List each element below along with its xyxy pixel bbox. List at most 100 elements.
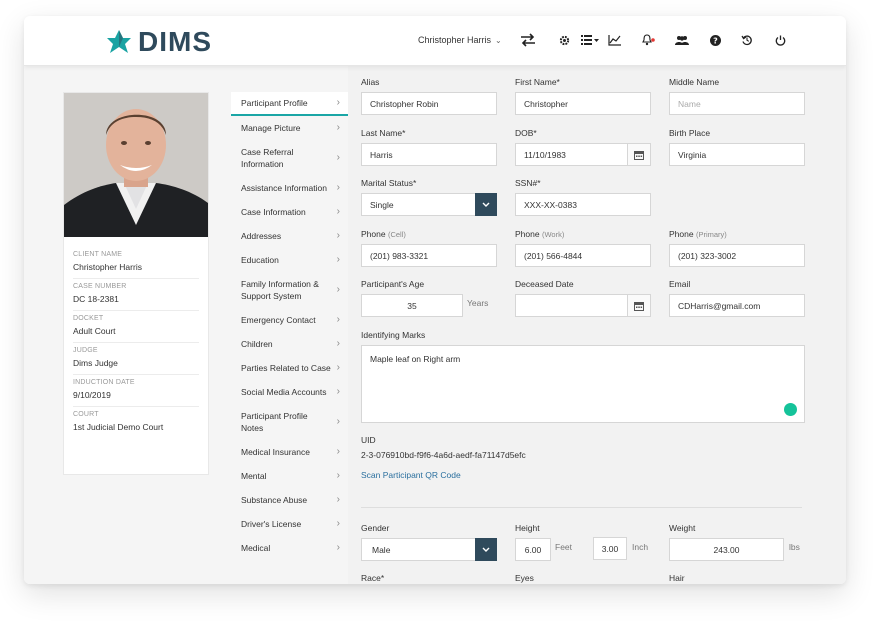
identifying-marks-value: Maple leaf on Right arm [370,354,461,364]
menu-item-label: Mental [241,471,267,481]
user-menu[interactable]: Christopher Harris ⌄ [418,35,502,45]
chevron-right-icon: › [336,416,340,427]
menu-item-drivers-license[interactable]: Driver's License › [231,512,348,536]
grammarly-icon[interactable] [784,403,797,416]
menu-item-mental[interactable]: Mental › [231,464,348,488]
power-icon[interactable] [772,32,788,48]
history-icon[interactable] [739,32,755,48]
menu-item-label: Driver's License [241,519,302,529]
phone-cell-input[interactable]: (201) 983-3321 [361,244,497,267]
gender-label: Gender [361,523,390,533]
height-feet-input[interactable]: 6.00 [515,538,551,561]
weight-input[interactable]: 243.00 [669,538,784,561]
gender-value: Male [372,544,391,555]
menu-item-parties-related[interactable]: Parties Related to Case › [231,356,348,380]
alias-input[interactable]: Christopher Robin [361,92,497,115]
list-icon[interactable] [580,32,600,48]
height-label: Height [515,523,540,533]
chevron-down-icon: ⌄ [495,35,502,45]
dob-input[interactable]: 11/10/1983 [515,143,651,166]
identifying-marks-textarea[interactable]: Maple leaf on Right arm [361,345,805,423]
chevron-right-icon: › [336,97,340,108]
menu-item-assistance-information[interactable]: Assistance Information › [231,176,348,200]
marital-status-label: Marital Status* [361,178,417,188]
help-icon[interactable]: ? [707,32,723,48]
last-name-input[interactable]: Harris [361,143,497,166]
phone-work-input[interactable]: (201) 566-4844 [515,244,651,267]
calendar-icon[interactable] [627,144,650,165]
menu-item-label: Case Information [241,207,306,217]
menu-item-label: Parties Related to Case [241,363,331,373]
dob-label: DOB* [515,128,537,138]
eyes-field: Eyes [515,573,534,584]
height-inch-input[interactable]: 3.00 [593,537,627,560]
phone-primary-label: Phone (Primary) [669,229,805,239]
menu-item-medical-insurance[interactable]: Medical Insurance › [231,440,348,464]
phone-primary-input[interactable]: (201) 323-3002 [669,244,805,267]
menu-item-label: Medical Insurance [241,447,310,457]
menu-item-substance-abuse[interactable]: Substance Abuse › [231,488,348,512]
phone-work-field: Phone (Work) (201) 566-4844 [515,229,651,267]
swap-icon[interactable] [520,32,536,48]
middle-name-label: Middle Name [669,77,720,87]
menu-item-label: Case Referral Information [241,147,294,169]
menu-item-case-referral[interactable]: Case Referral Information › [231,140,348,176]
info-induction-date: INDUCTION DATE 9/10/2019 [73,375,199,407]
menu-item-profile-notes[interactable]: Participant Profile Notes › [231,404,348,440]
menu-item-case-information[interactable]: Case Information › [231,200,348,224]
phone-label-text: Phone [361,229,386,239]
email-input[interactable]: CDHarris@gmail.com [669,294,805,317]
participant-photo[interactable] [64,93,208,237]
eyes-label: Eyes [515,573,534,583]
menu-item-label: Substance Abuse [241,495,308,505]
menu-item-family-information[interactable]: Family Information & Support System › [231,272,348,308]
menu-item-children[interactable]: Children › [231,332,348,356]
bell-icon[interactable] [640,32,656,48]
menu-item-label: Participant Profile Notes [241,411,308,433]
chevron-right-icon: › [336,542,340,553]
first-name-field: First Name* Christopher [515,77,651,115]
menu-item-social-media[interactable]: Social Media Accounts › [231,380,348,404]
ssn-input[interactable]: XXX-XX-0383 [515,193,651,216]
menu-item-manage-picture[interactable]: Manage Picture › [231,116,348,140]
first-name-input[interactable]: Christopher [515,92,651,115]
chevron-down-icon[interactable] [475,193,497,216]
section-divider [361,507,802,508]
menu-item-label: Education [241,255,279,265]
marital-status-select[interactable]: Single [361,193,497,216]
last-name-field: Last Name* Harris [361,128,497,166]
svg-text:?: ? [713,36,718,45]
menu-item-addresses[interactable]: Addresses › [231,224,348,248]
ssn-field: SSN#* XXX-XX-0383 [515,178,651,216]
alias-label: Alias [361,77,380,87]
deceased-date-input[interactable] [515,294,651,317]
uid-field: UID 2-3-076910bd-f9f6-4a6d-aedf-fa71147d… [361,435,661,460]
age-input[interactable]: 35 [361,294,463,317]
menu-item-education[interactable]: Education › [231,248,348,272]
age-field: Participant's Age 35 Years [361,279,497,317]
middle-name-input[interactable]: Name [669,92,805,115]
calendar-icon[interactable] [627,295,650,316]
birth-place-input[interactable]: Virginia [669,143,805,166]
info-docket: DOCKET Adult Court [73,311,199,343]
phone-type: (Work) [541,230,565,239]
race-label: Race* [361,573,385,583]
chevron-down-icon[interactable] [475,538,497,561]
gear-icon[interactable] [556,32,572,48]
weight-label: Weight [669,523,696,533]
dims-logo[interactable]: DIMS [104,26,212,58]
menu-item-participant-profile[interactable]: Participant Profile › [231,92,348,116]
menu-item-medical[interactable]: Medical › [231,536,348,560]
menu-item-emergency-contact[interactable]: Emergency Contact › [231,308,348,332]
chevron-right-icon: › [336,182,340,193]
chart-icon[interactable] [606,32,622,48]
chevron-right-icon: › [336,470,340,481]
gender-select[interactable]: Male [361,538,497,561]
chevron-right-icon: › [336,494,340,505]
phone-primary-field: Phone (Primary) (201) 323-3002 [669,229,805,267]
inch-unit: Inch [632,542,649,552]
users-icon[interactable] [674,32,690,48]
scan-qr-link-wrap: Scan Participant QR Code [361,470,461,480]
chevron-right-icon: › [336,518,340,529]
scan-qr-code-link[interactable]: Scan Participant QR Code [361,470,461,480]
